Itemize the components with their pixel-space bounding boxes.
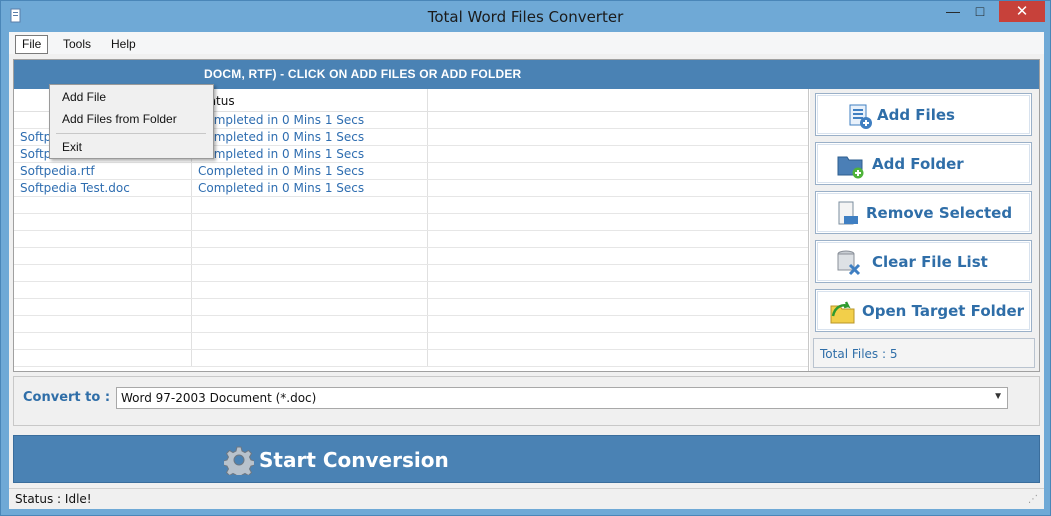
- remove-file-icon: [838, 201, 858, 225]
- empty-row: [14, 333, 808, 350]
- empty-row: [14, 248, 808, 265]
- minimize-button[interactable]: —: [940, 1, 966, 22]
- status-cell: Completed in 0 Mins 1 Secs: [198, 181, 365, 195]
- title-bar[interactable]: Total Word Files Converter — □ ✕: [1, 1, 1050, 32]
- clear-file-list-button[interactable]: Clear File List: [815, 240, 1032, 283]
- table-row[interactable]: Softpedia Test.doc Completed in 0 Mins 1…: [14, 180, 808, 197]
- status-cell: Completed in 0 Mins 1 Secs: [198, 164, 365, 178]
- add-folder-button[interactable]: Add Folder: [815, 142, 1032, 185]
- file-name-cell: Softpedia Test.doc: [20, 181, 130, 195]
- open-folder-icon: [830, 301, 855, 324]
- empty-row: [14, 299, 808, 316]
- convert-to-label: Convert to :: [23, 390, 111, 405]
- status-cell: Completed in 0 Mins 1 Secs: [198, 130, 365, 144]
- empty-row: [14, 316, 808, 333]
- panel-header-text: DOCM, RTF) - CLICK ON ADD FILES OR ADD F…: [204, 67, 522, 81]
- start-conversion-button[interactable]: Start Conversion: [13, 435, 1040, 483]
- resize-grip-icon[interactable]: ⋰: [1028, 494, 1040, 506]
- empty-row: [14, 197, 808, 214]
- window-title: Total Word Files Converter: [427, 8, 624, 26]
- file-menu-dropdown: Add File Add Files from Folder Exit: [49, 84, 214, 159]
- empty-row: [14, 214, 808, 231]
- open-target-folder-button[interactable]: Open Target Folder: [815, 289, 1032, 332]
- status-cell: Completed in 0 Mins 1 Secs: [198, 147, 365, 161]
- empty-row: [14, 350, 808, 367]
- clear-file-list-label: Clear File List: [872, 253, 988, 271]
- menu-item-exit[interactable]: Exit: [62, 140, 82, 154]
- empty-row: [14, 282, 808, 299]
- add-files-button[interactable]: Add Files: [815, 93, 1032, 136]
- chevron-down-icon[interactable]: ▼: [993, 391, 1003, 402]
- menu-help[interactable]: Help: [105, 35, 142, 53]
- file-name-cell: Softpedia.rtf: [20, 164, 95, 178]
- add-folder-label: Add Folder: [872, 155, 964, 173]
- add-files-label: Add Files: [877, 106, 955, 124]
- client-area: File Tools Help DOCM, RTF) - CLICK ON AD…: [9, 32, 1044, 509]
- menu-item-add-file[interactable]: Add File: [62, 90, 106, 104]
- close-button[interactable]: ✕: [999, 1, 1045, 22]
- output-format-value: Word 97-2003 Document (*.doc): [121, 391, 317, 405]
- output-format-select[interactable]: Word 97-2003 Document (*.doc) ▼: [116, 387, 1008, 409]
- empty-row: [14, 265, 808, 282]
- total-files-box: Total Files : 5: [813, 338, 1035, 368]
- clear-list-icon: [837, 250, 861, 276]
- gear-icon: [224, 446, 254, 475]
- status-text: Status : Idle!: [15, 492, 92, 506]
- total-files-count: Total Files : 5: [820, 347, 898, 361]
- empty-row: [14, 231, 808, 248]
- remove-selected-label: Remove Selected: [866, 204, 1013, 222]
- add-folder-icon: [837, 156, 864, 179]
- menu-item-add-files-from-folder[interactable]: Add Files from Folder: [62, 112, 177, 126]
- status-bar: Status : Idle! ⋰: [9, 488, 1044, 509]
- status-cell: Completed in 0 Mins 1 Secs: [198, 113, 365, 127]
- table-row[interactable]: Softpedia.rtf Completed in 0 Mins 1 Secs: [14, 163, 808, 180]
- menu-file[interactable]: File: [15, 35, 49, 54]
- app-window: Total Word Files Converter — □ ✕ File To…: [0, 0, 1051, 516]
- maximize-button[interactable]: □: [967, 1, 993, 22]
- remove-selected-button[interactable]: Remove Selected: [815, 191, 1032, 234]
- menu-bar: File Tools Help: [9, 32, 1044, 54]
- action-panel: Add Files Add Folder Remove Selected Cle…: [810, 89, 1039, 371]
- convert-panel: Convert to : Word 97-2003 Document (*.do…: [13, 376, 1040, 426]
- menu-tools[interactable]: Tools: [57, 35, 97, 53]
- open-target-folder-label: Open Target Folder: [862, 302, 1025, 320]
- start-conversion-label: Start Conversion: [259, 448, 449, 472]
- menu-separator: [56, 133, 206, 134]
- add-files-icon: [849, 104, 872, 129]
